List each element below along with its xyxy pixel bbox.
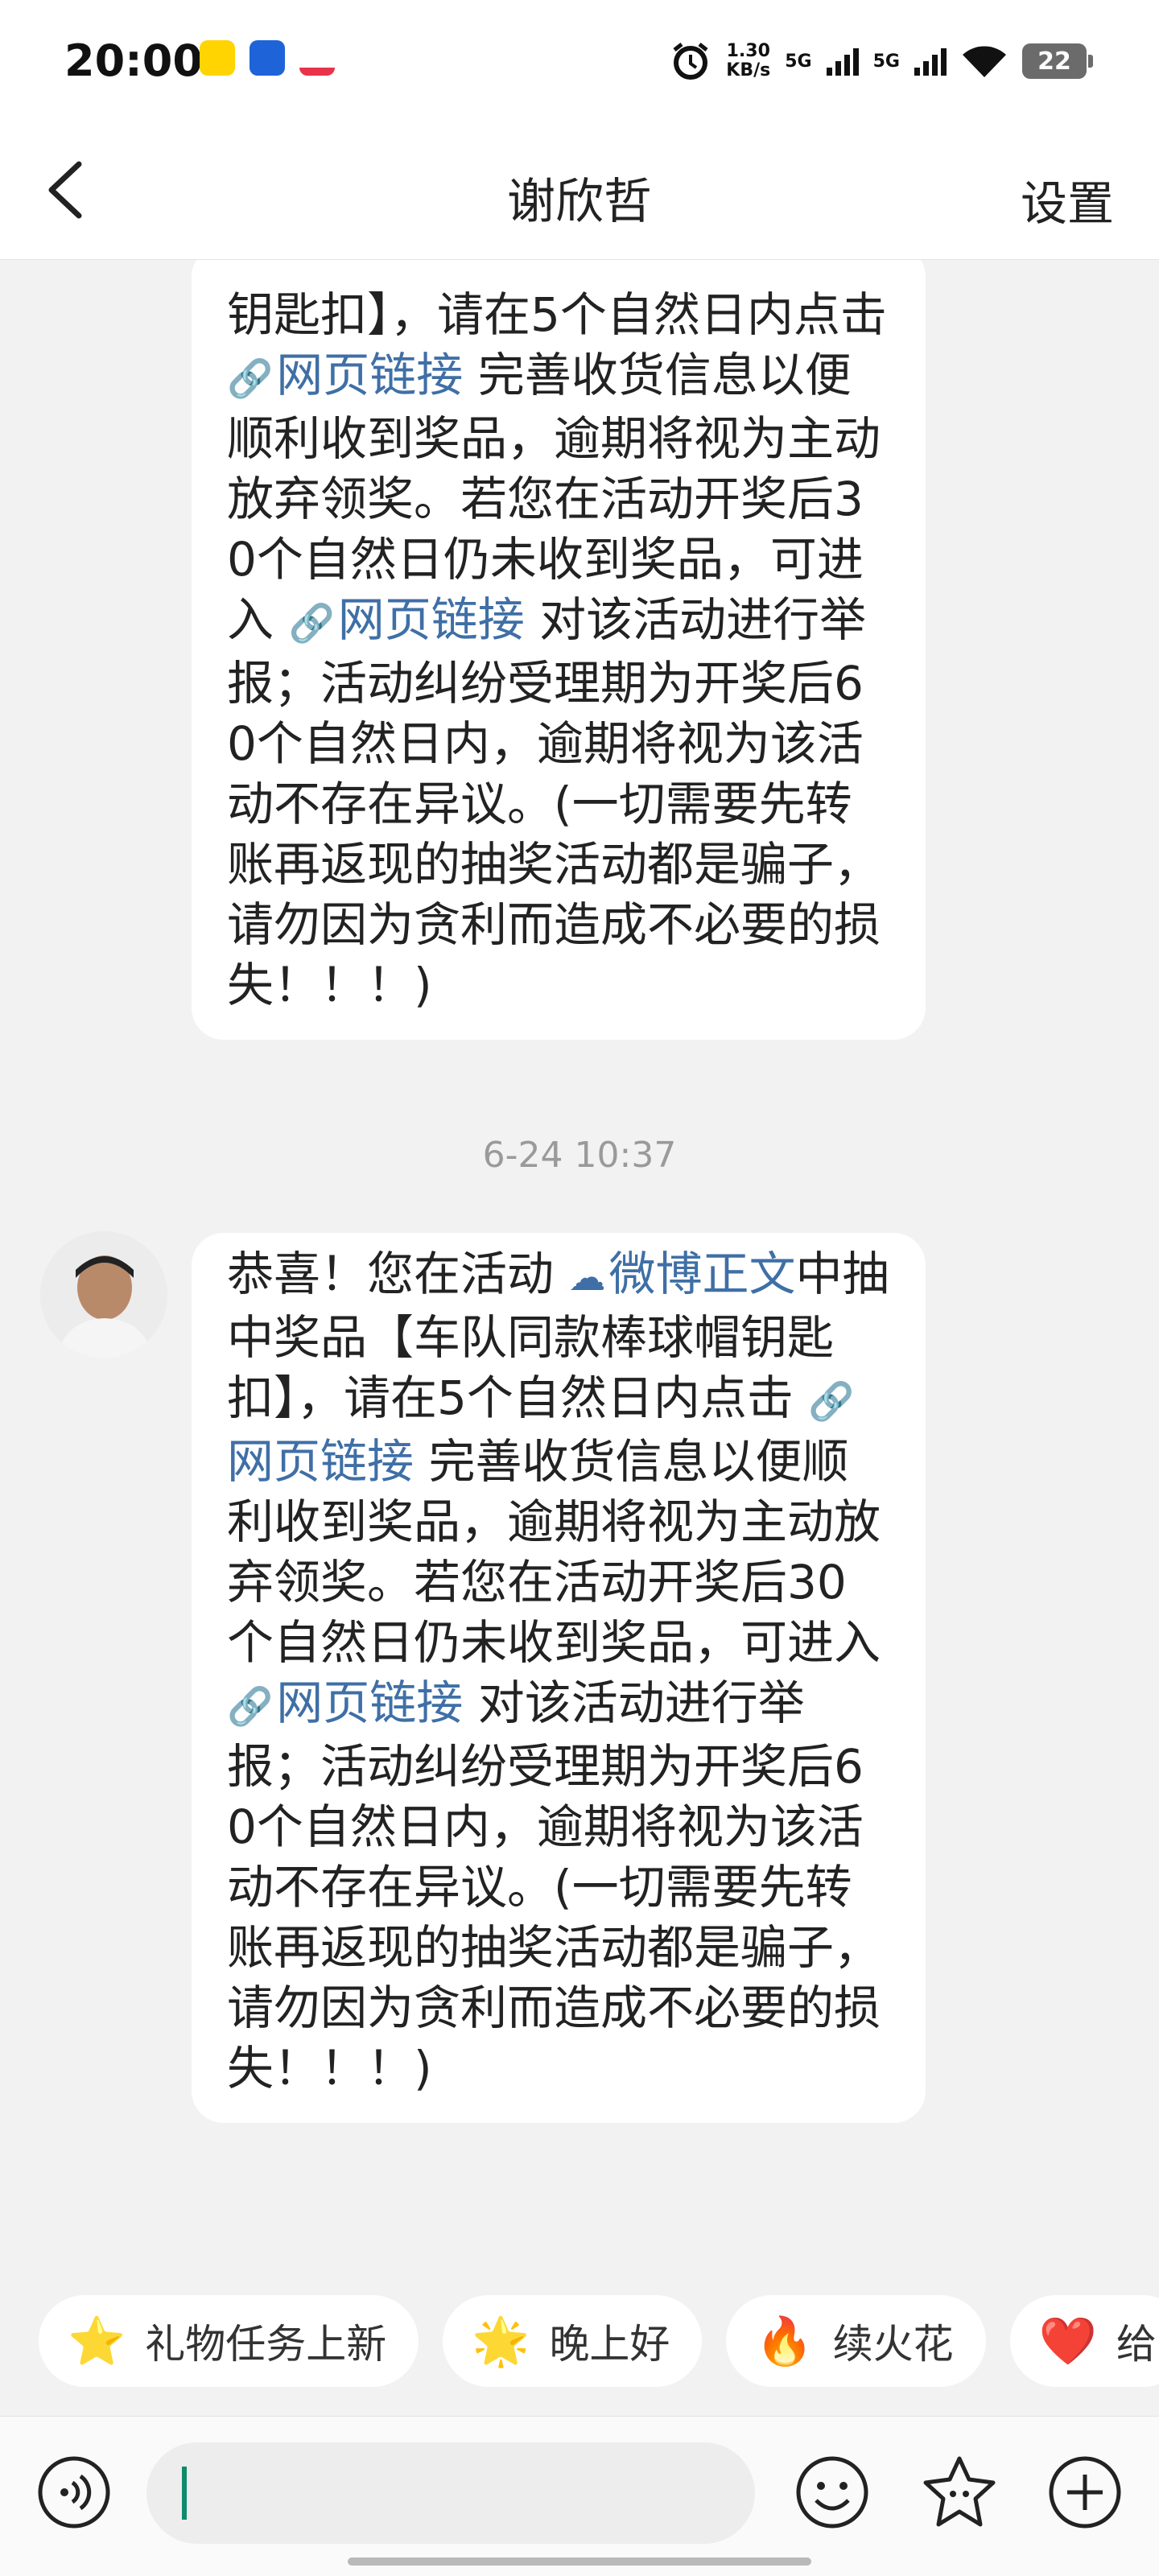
heart-icon: ❤️ xyxy=(1038,2313,1097,2368)
home-indicator xyxy=(348,2557,811,2566)
message-input[interactable] xyxy=(146,2442,755,2544)
message-link[interactable]: 🔗网页链接 xyxy=(288,592,524,647)
text-caret xyxy=(182,2467,187,2520)
message-text: 对该活动进行举报；活动纠纷受理期为开奖后60个自然日内，逾期将视为该活动不存在异… xyxy=(227,1675,881,2096)
message-link-text: 网页链接 xyxy=(337,592,525,647)
fire-icon: 🔥 xyxy=(755,2313,814,2368)
message-link-text: 网页链接 xyxy=(227,1434,415,1489)
quick-reply-label: 晚上好 xyxy=(549,2321,670,2368)
network-type-2: 5G xyxy=(872,51,900,72)
quick-reply-chip[interactable]: 🔥 续火花 xyxy=(726,2295,986,2387)
status-indicators: 1.30 KB/s 5G 5G 22 xyxy=(670,37,1093,85)
emoji-icon[interactable] xyxy=(794,2454,871,2531)
message-text: 钥匙扣】，请在5个自然日内点击 xyxy=(227,287,887,342)
message-text: 恭喜！您在活动 xyxy=(227,1247,569,1301)
link-icon: 🔗 xyxy=(227,1684,274,1728)
signal-icon-2 xyxy=(914,47,947,76)
signal-icon-1 xyxy=(826,47,859,76)
message-bubble: 恭喜！您在活动 ☁微博正文中抽中奖品【车队同款棒球帽钥匙扣】，请在5个自然日内点… xyxy=(192,1233,926,2123)
link-icon: 🔗 xyxy=(227,357,274,400)
news-app-icon xyxy=(250,40,285,76)
sender-avatar[interactable] xyxy=(40,1231,167,1358)
quick-reply-chip[interactable]: ❤️ 给 xyxy=(1009,2295,1159,2387)
avatar-portrait xyxy=(40,1231,167,1358)
message-link[interactable]: ☁微博正文 xyxy=(568,1247,795,1301)
message-timestamp: 6-24 10:37 xyxy=(482,1135,677,1176)
message-link-text: 网页链接 xyxy=(276,348,464,402)
star-icon: ⭐ xyxy=(68,2313,126,2368)
quick-reply-label: 礼物任务上新 xyxy=(145,2321,387,2368)
message-link[interactable]: 🔗网页链接 xyxy=(227,1675,463,1730)
page-title: 谢欣哲 xyxy=(507,174,652,230)
settings-button[interactable]: 设置 xyxy=(1021,166,1114,233)
voice-icon[interactable] xyxy=(35,2454,113,2531)
message-link-text: 网页链接 xyxy=(276,1675,464,1730)
sticker-icon[interactable] xyxy=(921,2454,998,2531)
network-speed: 1.30 KB/s xyxy=(726,41,771,80)
quick-reply-label: 续火花 xyxy=(832,2321,954,2368)
message-text: 对该活动进行举报；活动纠纷受理期为开奖后60个自然日内，逾期将视为该活动不存在异… xyxy=(227,592,881,1012)
wifi-icon xyxy=(963,46,1006,77)
smiling-star-icon: 🌟 xyxy=(472,2313,530,2368)
status-bar: 20:00 1.30 KB/s 5G 5G 22 xyxy=(0,0,1159,121)
quick-reply-bar: ⭐ 礼物任务上新 🌟 晚上好 🔥 续火花 ❤️ 给 xyxy=(39,2295,1159,2387)
quick-reply-label: 给 xyxy=(1116,2321,1157,2368)
weibo-icon: ☁ xyxy=(568,1255,606,1299)
nav-bar: 谢欣哲 设置 xyxy=(0,121,1159,260)
battery-icon: 22 xyxy=(1022,43,1093,79)
alarm-icon xyxy=(673,43,708,80)
quick-reply-chip[interactable]: ⭐ 礼物任务上新 xyxy=(39,2295,419,2387)
message-bubble-previous: 钥匙扣】，请在5个自然日内点击 🔗网页链接 完善收货信息以便顺利收到奖品，逾期将… xyxy=(192,245,926,1040)
link-icon: 🔗 xyxy=(288,601,335,645)
status-time: 20:00 xyxy=(64,35,203,86)
message-link-text: 微博正文 xyxy=(608,1247,796,1301)
link-icon: 🔗 xyxy=(808,1379,855,1423)
network-type-1: 5G xyxy=(785,51,812,72)
input-bar xyxy=(0,2416,1159,2576)
quick-reply-chip[interactable]: 🌟 晚上好 xyxy=(443,2295,703,2387)
weibo-app-icon xyxy=(200,40,235,76)
message-link[interactable]: 🔗网页链接 xyxy=(227,348,463,402)
mountain-app-icon xyxy=(299,40,335,76)
plus-icon[interactable] xyxy=(1046,2454,1124,2531)
